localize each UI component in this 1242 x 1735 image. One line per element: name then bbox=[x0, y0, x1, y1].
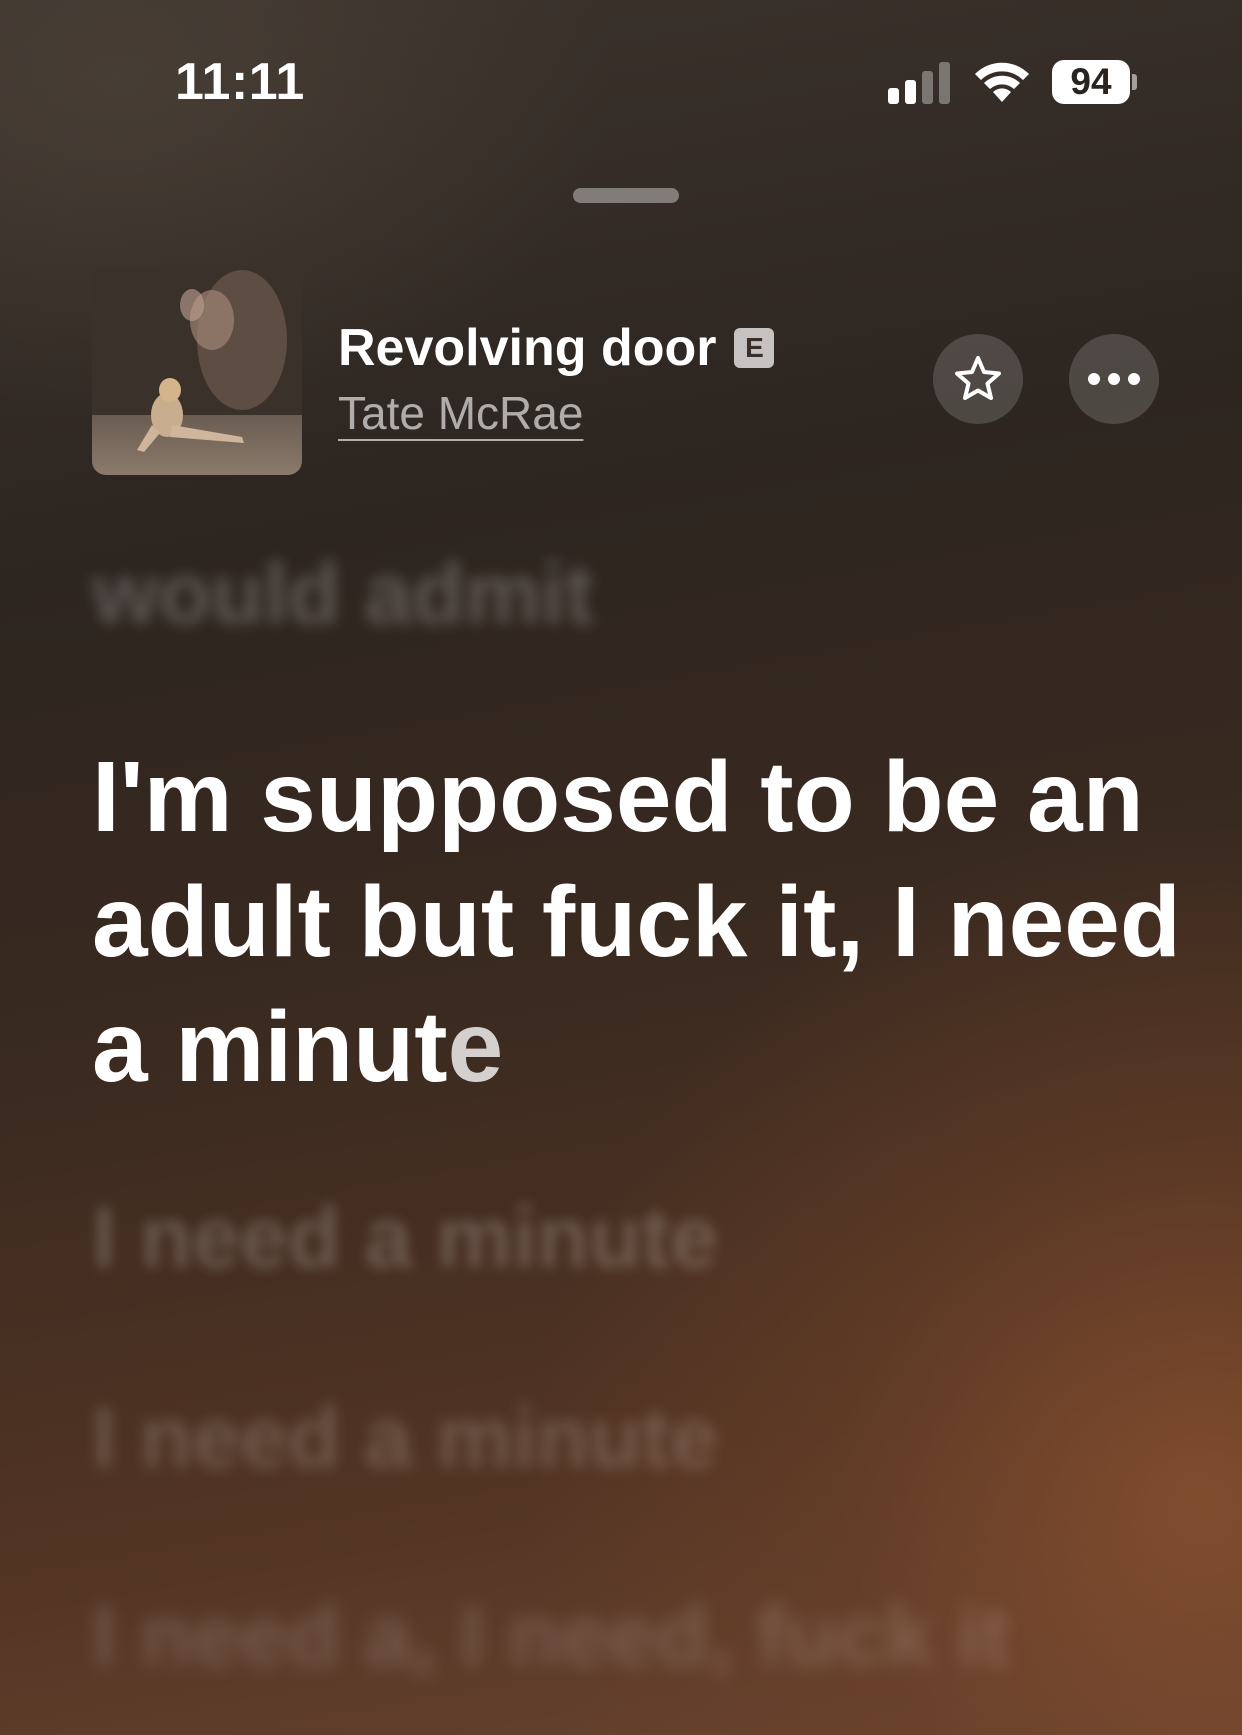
album-artwork[interactable] bbox=[92, 265, 302, 475]
sheet-grabber[interactable] bbox=[573, 188, 679, 203]
lyric-line-previous[interactable]: would admit bbox=[92, 548, 1192, 640]
lyric-line-next[interactable]: I need a, I need, fuck it bbox=[92, 1590, 1192, 1682]
lyric-current-sung: I'm supposed to be an adult but fuck it,… bbox=[92, 741, 1181, 1103]
artist-link[interactable]: Tate McRae bbox=[338, 386, 583, 440]
lyric-line-next[interactable]: I need a minute bbox=[92, 1392, 1192, 1484]
cellular-signal-icon bbox=[888, 62, 950, 104]
lyric-line-next[interactable]: I need a minute bbox=[92, 1192, 1192, 1284]
explicit-badge: E bbox=[734, 328, 775, 368]
wifi-icon bbox=[975, 62, 1029, 102]
lyric-line-current[interactable]: I'm supposed to be an adult but fuck it,… bbox=[92, 735, 1192, 1110]
battery-tip bbox=[1132, 74, 1137, 90]
battery-level: 94 bbox=[1052, 60, 1130, 104]
more-options-button[interactable] bbox=[1069, 334, 1159, 424]
song-title: Revolving door bbox=[338, 319, 717, 377]
favorite-button[interactable] bbox=[933, 334, 1023, 424]
battery-indicator: 94 bbox=[1052, 60, 1137, 106]
lyric-current-unsung: e bbox=[447, 991, 504, 1103]
song-title-row: Revolving door E bbox=[338, 318, 775, 378]
ellipsis-icon bbox=[1088, 373, 1140, 385]
status-time: 11:11 bbox=[175, 53, 305, 111]
star-icon bbox=[955, 356, 1001, 400]
